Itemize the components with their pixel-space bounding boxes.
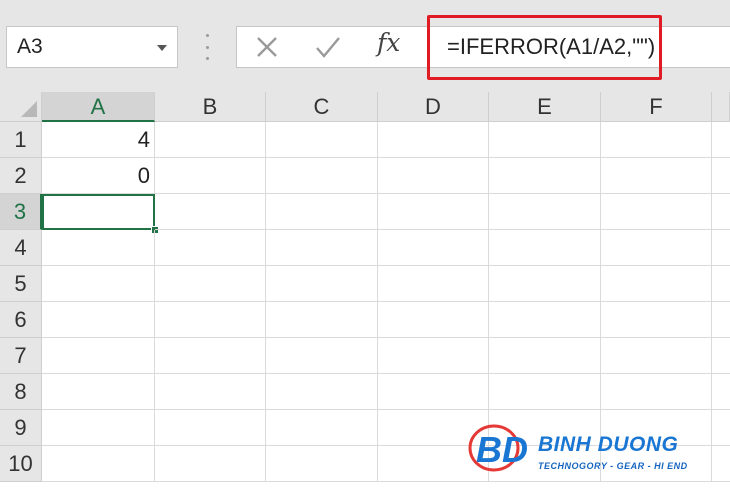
cell-b4[interactable]: [155, 230, 266, 266]
column-header-f[interactable]: F: [601, 92, 712, 122]
cell-b8[interactable]: [155, 374, 266, 410]
column-header-overflow[interactable]: [712, 92, 730, 122]
select-all-icon: [21, 101, 37, 117]
cell-d7[interactable]: [378, 338, 489, 374]
cell-f5[interactable]: [601, 266, 712, 302]
cell-c6[interactable]: [266, 302, 378, 338]
cell-c7[interactable]: [266, 338, 378, 374]
close-icon[interactable]: [253, 33, 281, 61]
svg-text:BD: BD: [476, 429, 528, 470]
formula-text[interactable]: =IFERROR(A1/A2,""): [447, 34, 655, 60]
cell-f2[interactable]: [601, 158, 712, 194]
insert-function-icon[interactable]: fx: [377, 28, 407, 62]
cell-f6[interactable]: [601, 302, 712, 338]
row-header-4[interactable]: 4: [0, 230, 42, 266]
logo-tagline: TECHNOGORY - GEAR - HI END: [538, 461, 688, 471]
cell-c2[interactable]: [266, 158, 378, 194]
row-header-8[interactable]: 8: [0, 374, 42, 410]
name-box-value: A3: [17, 35, 43, 58]
cell-e7[interactable]: [489, 338, 601, 374]
column-header-e[interactable]: E: [489, 92, 601, 122]
cell-f8[interactable]: [601, 374, 712, 410]
name-box[interactable]: A3: [6, 26, 178, 68]
cell-d2[interactable]: [378, 158, 489, 194]
cell-f1[interactable]: [601, 122, 712, 158]
cell-a3[interactable]: [42, 194, 155, 230]
cell-c1[interactable]: [266, 122, 378, 158]
cell-c4[interactable]: [266, 230, 378, 266]
cell-c5[interactable]: [266, 266, 378, 302]
cell-a1[interactable]: 4: [42, 122, 155, 158]
cell-e1[interactable]: [489, 122, 601, 158]
cell-b3[interactable]: [155, 194, 266, 230]
cell-b10[interactable]: [155, 446, 266, 482]
row-header-3[interactable]: 3: [0, 194, 42, 230]
cell-overflow[interactable]: [712, 338, 730, 374]
cell-a8[interactable]: [42, 374, 155, 410]
cell-d8[interactable]: [378, 374, 489, 410]
select-all-button[interactable]: [0, 92, 42, 122]
column-header-c[interactable]: C: [266, 92, 378, 122]
cell-d5[interactable]: [378, 266, 489, 302]
row-header-7[interactable]: 7: [0, 338, 42, 374]
cell-e2[interactable]: [489, 158, 601, 194]
cell-overflow[interactable]: [712, 158, 730, 194]
cell-a10[interactable]: [42, 446, 155, 482]
cell-overflow[interactable]: [712, 266, 730, 302]
column-header-b[interactable]: B: [155, 92, 266, 122]
cell-b1[interactable]: [155, 122, 266, 158]
cell-a9[interactable]: [42, 410, 155, 446]
cell-b2[interactable]: [155, 158, 266, 194]
cell-e5[interactable]: [489, 266, 601, 302]
cell-overflow[interactable]: [712, 230, 730, 266]
cell-c8[interactable]: [266, 374, 378, 410]
cell-b6[interactable]: [155, 302, 266, 338]
cell-e6[interactable]: [489, 302, 601, 338]
cell-c3[interactable]: [266, 194, 378, 230]
cell-f4[interactable]: [601, 230, 712, 266]
cell-overflow[interactable]: [712, 302, 730, 338]
row-header-10[interactable]: 10: [0, 446, 42, 482]
cell-overflow[interactable]: [712, 122, 730, 158]
cell-b7[interactable]: [155, 338, 266, 374]
row-header-5[interactable]: 5: [0, 266, 42, 302]
row-header-2[interactable]: 2: [0, 158, 42, 194]
cell-d4[interactable]: [378, 230, 489, 266]
cell-d1[interactable]: [378, 122, 489, 158]
column-header-d[interactable]: D: [378, 92, 489, 122]
cell-a6[interactable]: [42, 302, 155, 338]
cell-a7[interactable]: [42, 338, 155, 374]
row-header-1[interactable]: 1: [0, 122, 42, 158]
cell-a4[interactable]: [42, 230, 155, 266]
cell-f3[interactable]: [601, 194, 712, 230]
cell-a5[interactable]: [42, 266, 155, 302]
cell-b9[interactable]: [155, 410, 266, 446]
row-header-9[interactable]: 9: [0, 410, 42, 446]
cell-e8[interactable]: [489, 374, 601, 410]
check-icon[interactable]: [313, 33, 343, 61]
cell-e4[interactable]: [489, 230, 601, 266]
cell-c10[interactable]: [266, 446, 378, 482]
cell-d3[interactable]: [378, 194, 489, 230]
column-header-a[interactable]: A: [42, 92, 155, 122]
cell-c9[interactable]: [266, 410, 378, 446]
chevron-down-icon[interactable]: [157, 45, 167, 51]
cell-b5[interactable]: [155, 266, 266, 302]
drag-handle-icon[interactable]: [206, 34, 210, 60]
cell-a2[interactable]: 0: [42, 158, 155, 194]
cell-overflow[interactable]: [712, 374, 730, 410]
logo-name: BINH DUONG: [538, 433, 679, 456]
row-header-6[interactable]: 6: [0, 302, 42, 338]
cell-f7[interactable]: [601, 338, 712, 374]
cell-d6[interactable]: [378, 302, 489, 338]
cell-overflow[interactable]: [712, 194, 730, 230]
cell-e3[interactable]: [489, 194, 601, 230]
